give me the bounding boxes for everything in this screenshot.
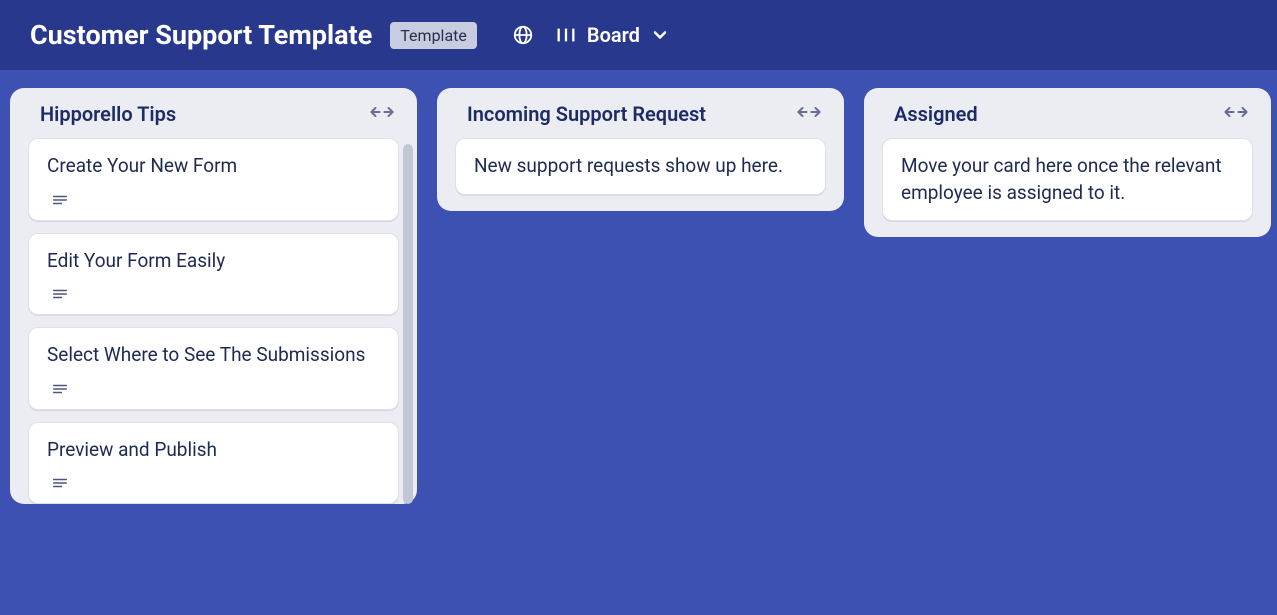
list-cards: New support requests show up here. bbox=[437, 138, 844, 211]
list-collapse-button[interactable] bbox=[796, 104, 822, 124]
board-canvas: Hipporello Tips Create Your New Form bbox=[0, 70, 1277, 615]
board-header: Customer Support Template Template Board bbox=[0, 0, 1277, 70]
view-switcher[interactable]: Board bbox=[555, 23, 670, 47]
globe-icon bbox=[512, 24, 534, 46]
description-icon bbox=[47, 190, 67, 210]
list-cards-wrap: Create Your New Form Edit Your Form Easi… bbox=[10, 138, 417, 504]
visibility-button[interactable] bbox=[509, 21, 537, 49]
list-assigned: Assigned Move your card here once the re… bbox=[864, 88, 1271, 237]
list-title[interactable]: Hipporello Tips bbox=[40, 102, 176, 126]
list-cards: Create Your New Form Edit Your Form Easi… bbox=[10, 138, 417, 504]
template-badge[interactable]: Template bbox=[390, 22, 477, 49]
description-icon bbox=[47, 284, 67, 304]
card[interactable]: Select Where to See The Submissions bbox=[28, 327, 399, 410]
collapse-icon bbox=[369, 104, 395, 124]
list-incoming-support-request: Incoming Support Request New support req… bbox=[437, 88, 844, 211]
list-header: Hipporello Tips bbox=[10, 88, 417, 138]
chevron-down-icon bbox=[650, 25, 670, 45]
list-title[interactable]: Assigned bbox=[894, 102, 978, 126]
card[interactable]: Preview and Publish bbox=[28, 422, 399, 505]
board-columns-icon bbox=[555, 26, 577, 44]
card-title: Create Your New Form bbox=[47, 153, 380, 180]
card[interactable]: Move your card here once the relevant em… bbox=[882, 138, 1253, 221]
list-header: Incoming Support Request bbox=[437, 88, 844, 138]
card[interactable]: Create Your New Form bbox=[28, 138, 399, 221]
list-hipporello-tips: Hipporello Tips Create Your New Form bbox=[10, 88, 417, 504]
card-title: Edit Your Form Easily bbox=[47, 248, 380, 275]
description-icon bbox=[47, 379, 67, 399]
board-title[interactable]: Customer Support Template bbox=[30, 19, 372, 51]
collapse-icon bbox=[1223, 104, 1249, 124]
card[interactable]: Edit Your Form Easily bbox=[28, 233, 399, 316]
list-collapse-button[interactable] bbox=[369, 104, 395, 124]
card-title: Preview and Publish bbox=[47, 437, 380, 464]
card-title: Select Where to See The Submissions bbox=[47, 342, 380, 369]
description-icon bbox=[47, 473, 67, 493]
collapse-icon bbox=[796, 104, 822, 124]
list-cards: Move your card here once the relevant em… bbox=[864, 138, 1271, 237]
view-label: Board bbox=[587, 23, 640, 47]
list-collapse-button[interactable] bbox=[1223, 104, 1249, 124]
card-title: Move your card here once the relevant em… bbox=[901, 153, 1234, 206]
list-scrollbar[interactable] bbox=[403, 144, 413, 504]
list-header: Assigned bbox=[864, 88, 1271, 138]
card[interactable]: New support requests show up here. bbox=[455, 138, 826, 195]
list-title[interactable]: Incoming Support Request bbox=[467, 102, 706, 126]
card-title: New support requests show up here. bbox=[474, 153, 807, 180]
